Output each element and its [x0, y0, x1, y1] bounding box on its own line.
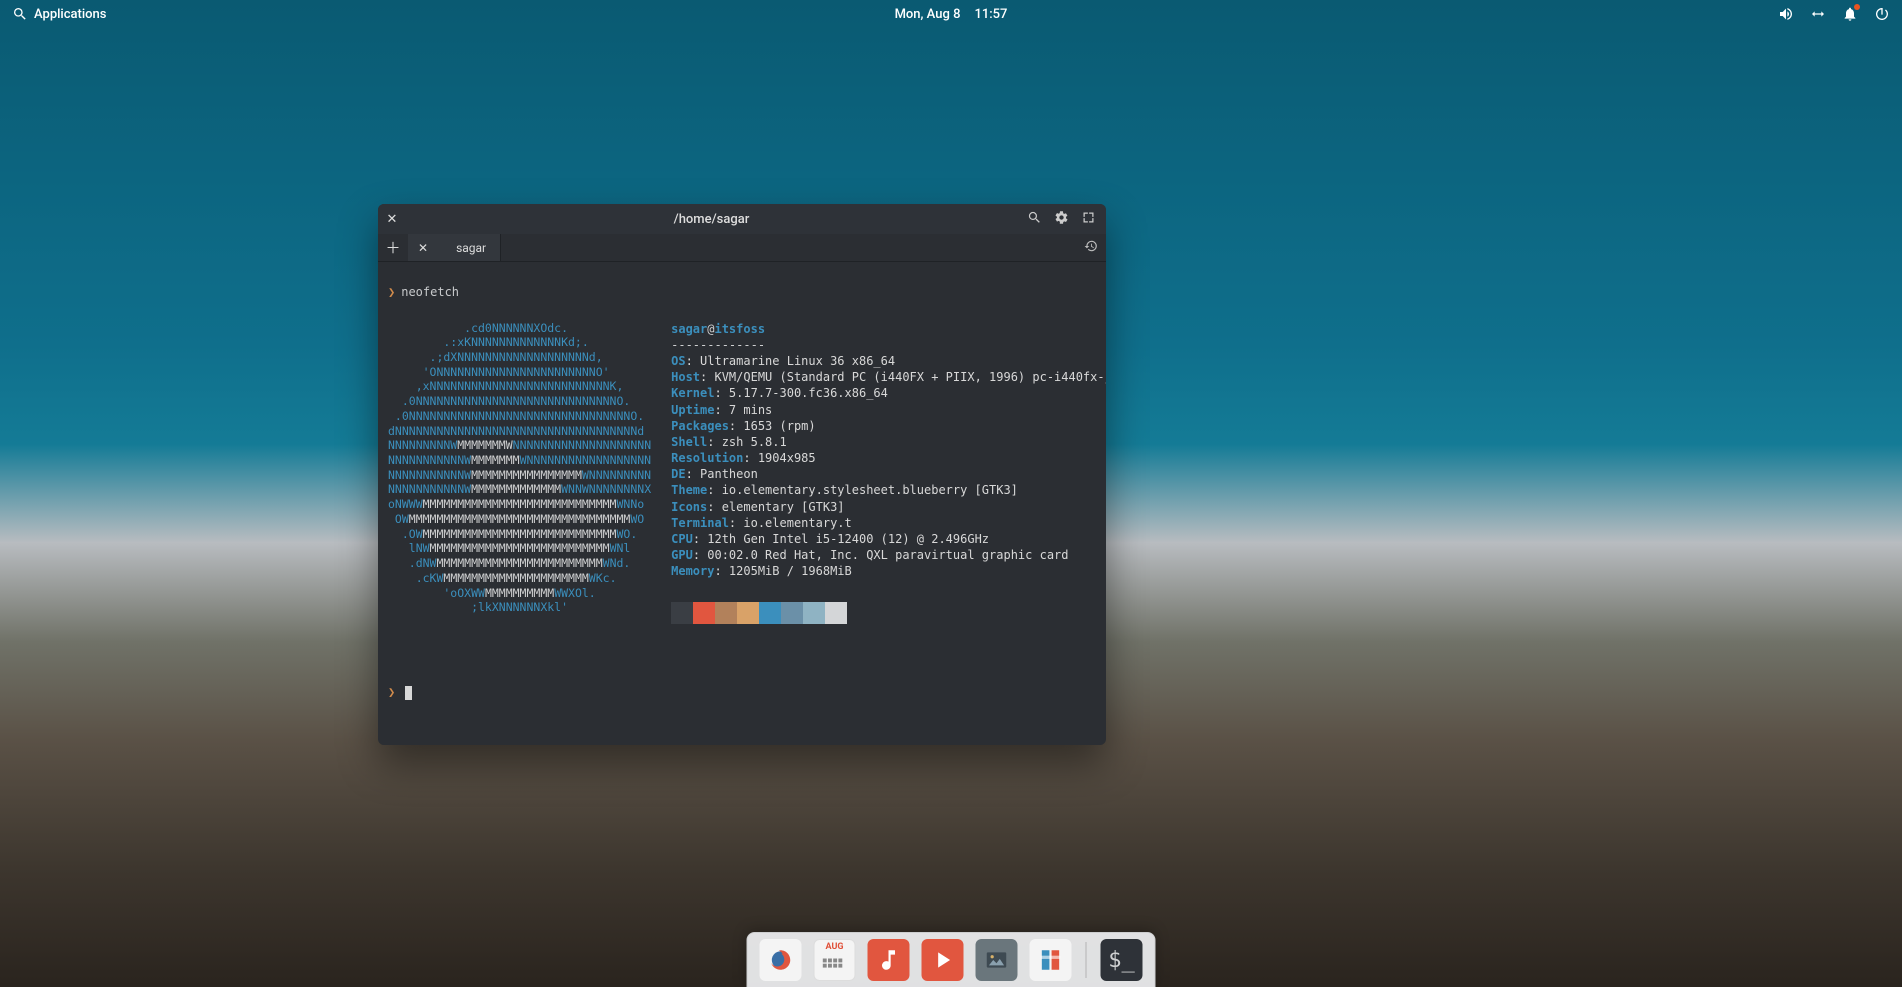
color-swatch — [715, 602, 737, 624]
prompt-chevron: ❯ — [388, 285, 395, 299]
top-panel: Applications Mon, Aug 8 11:57 — [0, 0, 1902, 28]
tab-label: sagar — [456, 241, 486, 255]
panel-date[interactable]: Mon, Aug 8 — [895, 7, 961, 22]
dock-app-firefox[interactable] — [760, 939, 802, 981]
dock-app-music[interactable] — [868, 939, 910, 981]
applications-menu[interactable]: Applications — [34, 7, 107, 22]
calendar-month-label: AUG — [825, 943, 843, 952]
terminal-tab[interactable]: ✕ sagar — [408, 234, 501, 261]
dock-app-appcenter[interactable] — [1030, 939, 1072, 981]
tab-history-button[interactable] — [1076, 239, 1106, 256]
dock-app-calendar[interactable]: AUG — [814, 939, 856, 981]
window-maximize-icon[interactable] — [1081, 210, 1096, 229]
terminal-titlebar[interactable]: ✕ /home/sagar — [378, 204, 1106, 234]
terminal-cursor — [405, 686, 412, 700]
dock: AUG $_ — [747, 932, 1156, 987]
power-icon[interactable] — [1874, 6, 1890, 22]
terminal-settings-icon[interactable] — [1054, 210, 1069, 229]
terminal-body[interactable]: ❯ neofetch .cd0NNNNNNXOdc. .:xKNNNNNNNNNN… — [378, 262, 1106, 745]
color-swatch — [693, 602, 715, 624]
dock-app-photos[interactable] — [976, 939, 1018, 981]
neofetch-info: sagar@itsfoss ------------- OS: Ultramar… — [671, 321, 1106, 624]
terminal-search-icon[interactable] — [1027, 210, 1042, 229]
terminal-command: neofetch — [401, 285, 459, 299]
dock-separator — [1086, 942, 1087, 978]
search-icon[interactable] — [12, 6, 28, 22]
dock-app-videos[interactable] — [922, 939, 964, 981]
color-swatch — [825, 602, 847, 624]
tab-close-icon[interactable]: ✕ — [418, 241, 428, 255]
notifications-icon[interactable] — [1842, 6, 1858, 22]
color-swatch — [759, 602, 781, 624]
color-swatch — [803, 602, 825, 624]
color-swatch — [671, 602, 693, 624]
prompt-chevron: ❯ — [388, 685, 395, 699]
window-title: /home/sagar — [406, 212, 1017, 227]
color-swatch — [781, 602, 803, 624]
color-swatch — [737, 602, 759, 624]
panel-time[interactable]: 11:57 — [974, 7, 1007, 22]
dock-app-terminal[interactable]: $_ — [1101, 939, 1143, 981]
neofetch-ascii-logo: .cd0NNNNNNXOdc. .:xKNNNNNNNNNNNNNKd;. .;… — [388, 321, 651, 624]
terminal-window: ✕ /home/sagar ＋ ✕ sagar ❯ neofetch .cd0NN… — [378, 204, 1106, 745]
new-tab-button[interactable]: ＋ — [378, 237, 408, 258]
network-icon[interactable] — [1810, 6, 1826, 22]
volume-icon[interactable] — [1778, 6, 1794, 22]
terminal-tabbar: ＋ ✕ sagar — [378, 234, 1106, 262]
window-close-button[interactable]: ✕ — [378, 212, 406, 227]
